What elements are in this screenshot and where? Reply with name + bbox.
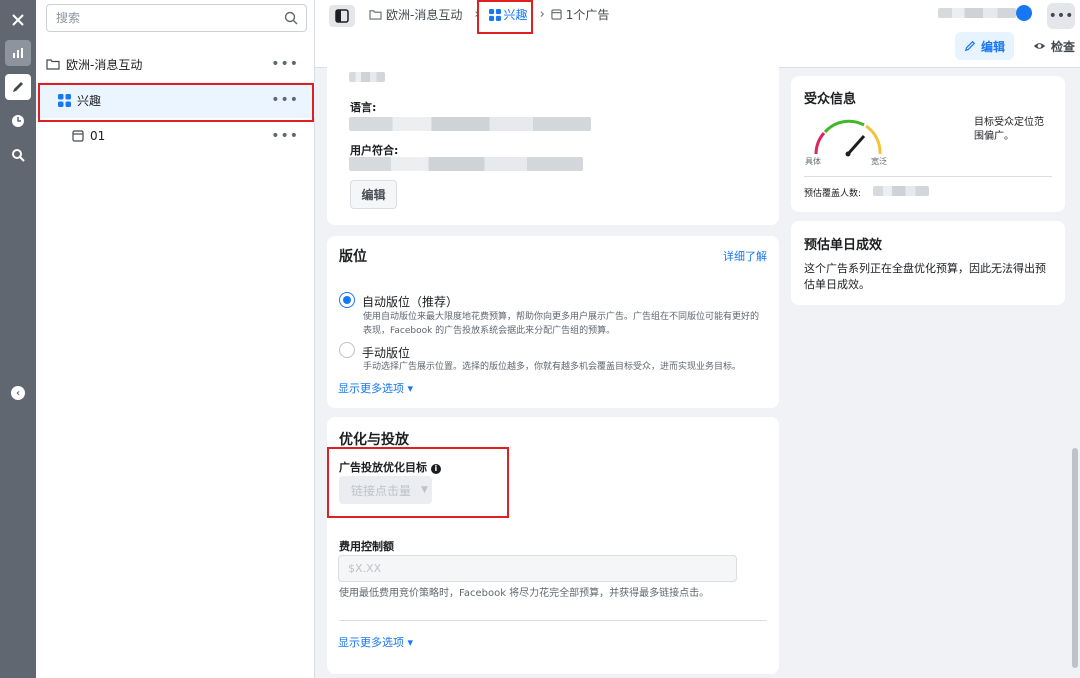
toggle-panel-button[interactable]	[329, 5, 355, 27]
optimization-goal-value: 链接点击量	[351, 482, 411, 499]
placements-title: 版位	[339, 246, 367, 266]
audience-info-title: 受众信息	[804, 88, 856, 107]
more-options-icon[interactable]: •••	[271, 92, 299, 108]
left-rail: ‹	[0, 0, 36, 678]
divider	[339, 620, 767, 621]
folder-icon	[369, 9, 382, 20]
edit-pencil-icon	[964, 40, 976, 52]
tree-item-label: 01	[90, 129, 105, 143]
audience-gauge	[810, 116, 886, 158]
grid-icon	[489, 9, 501, 21]
breadcrumb-adset[interactable]: 兴趣	[504, 6, 528, 23]
optimization-goal-label: 广告投放优化目标 i	[339, 459, 441, 475]
breadcrumb-ads[interactable]: 1个广告	[566, 6, 610, 23]
audience-info-card: 受众信息 具体 宽泛 目标受众定位范围偏广。 预估覆盖人数:	[791, 76, 1065, 212]
folder-icon	[46, 58, 60, 70]
tree-item-campaign[interactable]: 欧洲-消息互动 •••	[36, 46, 315, 82]
eye-icon	[1033, 41, 1046, 51]
people-label: 用户符合:	[350, 142, 398, 158]
account-name-redacted	[938, 8, 1016, 18]
scrollbar[interactable]	[1072, 448, 1078, 668]
search-box[interactable]	[46, 4, 307, 32]
daily-results-title: 预估单日成效	[804, 234, 882, 253]
auto-placements-label: 自动版位（推荐）	[362, 293, 458, 310]
optimization-title: 优化与投放	[339, 429, 409, 449]
tab-review-label: 检查	[1051, 38, 1075, 55]
redacted-text	[349, 72, 385, 82]
more-options-icon[interactable]: •••	[271, 128, 299, 144]
search-input[interactable]	[47, 5, 267, 31]
campaign-tree-panel: 欧洲-消息互动 ••• 兴趣 ••• 01 •••	[36, 0, 315, 678]
language-label: 语言:	[350, 99, 376, 115]
more-options-icon[interactable]: •••	[271, 56, 299, 72]
manual-placements-label: 手动版位	[362, 344, 410, 361]
status-toggle[interactable]	[1016, 5, 1032, 21]
gauge-left-label: 具体	[805, 156, 821, 167]
redacted-reach-value	[873, 186, 929, 196]
edit-audience-button[interactable]: 编辑	[350, 180, 397, 209]
show-more-options-link[interactable]: 显示更多选项 ▾	[338, 634, 413, 650]
search-icon[interactable]	[284, 11, 298, 28]
tab-review[interactable]: 检查	[1024, 32, 1080, 60]
optimization-goal-select[interactable]: 链接点击量 ▼	[339, 476, 432, 504]
ad-icon	[72, 130, 84, 142]
show-more-options-link[interactable]: 显示更多选项 ▾	[338, 380, 413, 396]
learn-more-link[interactable]: 详细了解	[723, 248, 767, 264]
panel-icon	[335, 9, 349, 23]
divider	[804, 176, 1052, 177]
chevron-right-icon: ›	[474, 7, 479, 22]
audience-card: 语言: 用户符合: 编辑	[327, 60, 779, 225]
tree-item-label: 兴趣	[77, 92, 101, 109]
grid-icon	[58, 94, 71, 107]
breadcrumb: 欧洲-消息互动 › 兴趣 › 1个广告	[369, 6, 609, 23]
gauge-right-label: 宽泛	[871, 156, 887, 167]
clock-icon[interactable]	[5, 108, 31, 134]
tree-item-adset[interactable]: 兴趣 •••	[36, 82, 315, 118]
daily-results-card: 预估单日成效 这个广告系列正在全盘优化预算，因此无法得出预估单日成效。	[791, 221, 1065, 305]
optimization-card: 优化与投放 广告投放优化目标 i 链接点击量 ▼ 费用控制额 使用最低费用竞价策…	[327, 417, 779, 674]
auto-placements-desc: 使用自动版位来最大限度地花费预算，帮助你向更多用户展示广告。广告组在不同版位可能…	[363, 310, 767, 338]
tab-edit[interactable]: 编辑	[955, 32, 1014, 60]
cost-control-label: 费用控制额	[339, 538, 394, 554]
info-icon[interactable]: i	[431, 464, 441, 474]
tree-item-ad[interactable]: 01 •••	[36, 118, 315, 154]
gauge-description: 目标受众定位范围偏广。	[974, 116, 1052, 144]
breadcrumb-campaign[interactable]: 欧洲-消息互动	[386, 6, 462, 23]
redacted-people-value	[349, 157, 583, 171]
manual-placements-radio[interactable]	[339, 342, 355, 358]
edit-pencil-icon[interactable]	[5, 74, 31, 100]
ad-icon	[551, 9, 562, 20]
close-icon[interactable]	[5, 7, 31, 33]
more-menu-button[interactable]: •••	[1047, 3, 1075, 29]
cost-control-field[interactable]	[338, 555, 737, 582]
cost-control-desc: 使用最低费用竞价策略时，Facebook 将尽力花完全部预算，并获得最多链接点击…	[339, 587, 709, 601]
reach-label: 预估覆盖人数:	[804, 186, 861, 199]
collapse-chevron-icon[interactable]: ‹	[11, 386, 25, 400]
tree-item-label: 欧洲-消息互动	[66, 56, 142, 73]
tab-edit-label: 编辑	[981, 38, 1005, 55]
chart-icon[interactable]	[5, 40, 31, 66]
redacted-language-value	[349, 117, 591, 131]
cost-control-input[interactable]	[339, 556, 736, 581]
auto-placements-radio[interactable]	[339, 292, 355, 308]
search-zoom-icon[interactable]	[5, 142, 31, 168]
chevron-right-icon: ›	[540, 7, 545, 22]
daily-results-desc: 这个广告系列正在全盘优化预算，因此无法得出预估单日成效。	[804, 261, 1054, 293]
manual-placements-desc: 手动选择广告展示位置。选择的版位越多，你就有越多机会覆盖目标受众，进而实现业务目…	[363, 360, 767, 374]
placements-card: 版位 详细了解 自动版位（推荐） 使用自动版位来最大限度地花费预算，帮助你向更多…	[327, 236, 779, 408]
caret-down-icon: ▼	[421, 485, 428, 495]
